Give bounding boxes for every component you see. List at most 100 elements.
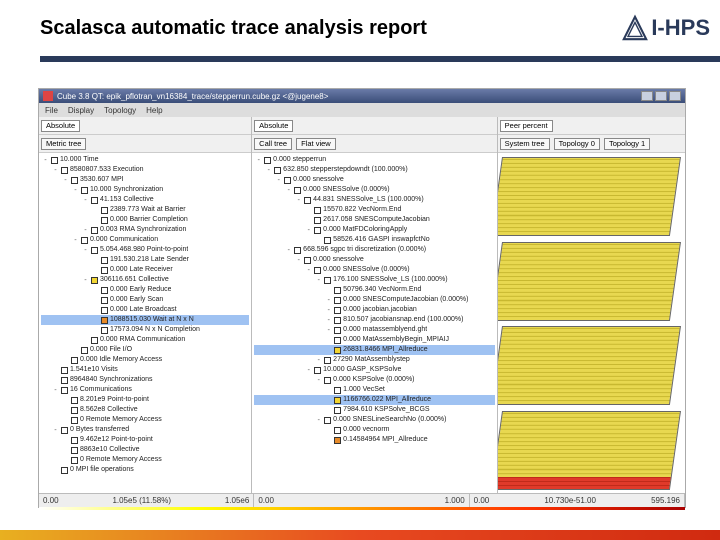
tree-row[interactable]: -3530.607 MPI (41, 175, 249, 185)
tree-row[interactable]: -0.000 KSPSolve (0.000%) (254, 375, 494, 385)
tree-row[interactable]: -8580807.533 Execution (41, 165, 249, 175)
expand-toggle[interactable]: - (314, 355, 323, 365)
expand-toggle[interactable]: - (324, 325, 333, 335)
expand-toggle[interactable]: - (71, 235, 80, 245)
tab-topology-0[interactable]: Topology 0 (554, 138, 600, 150)
tree-row[interactable]: -44.831 SNESSolve_LS (100.000%) (254, 195, 494, 205)
minimize-icon[interactable] (641, 91, 653, 101)
tree-row[interactable]: 17573.094 N x N Completion (41, 325, 249, 335)
tree-row[interactable]: -0.000 SNESComputeJacobian (0.000%) (254, 295, 494, 305)
tree-row[interactable]: 2617.058 SNESComputeJacobian (254, 215, 494, 225)
call-view-dropdown[interactable]: Absolute (254, 120, 293, 132)
expand-toggle[interactable]: - (284, 185, 293, 195)
expand-toggle[interactable]: - (304, 365, 313, 375)
tree-row[interactable]: 0.000 Early Scan (41, 295, 249, 305)
metric-tree[interactable]: -10.000 Time-8580807.533 Execution-3530.… (39, 153, 251, 493)
call-tree[interactable]: -0.000 stepperrun-632.850 stepperstepdow… (252, 153, 496, 493)
tree-row[interactable]: 26831.8466 MPI_Allreduce (254, 345, 494, 355)
expand-toggle[interactable]: - (264, 165, 273, 175)
tree-row[interactable]: -0.000 matassemblyend.ght (254, 325, 494, 335)
tree-row[interactable]: 15570.822 VecNorm.End (254, 205, 494, 215)
expand-toggle[interactable]: - (51, 385, 60, 395)
topology-view[interactable] (498, 153, 685, 493)
tree-row[interactable]: -306116.651 Collective (41, 275, 249, 285)
expand-toggle[interactable]: - (284, 245, 293, 255)
tree-row[interactable]: 0.000 Idle Memory Access (41, 355, 249, 365)
expand-toggle[interactable]: - (71, 185, 80, 195)
tree-row[interactable]: 0 Remote Memory Access (41, 455, 249, 465)
expand-toggle[interactable]: - (304, 265, 313, 275)
expand-toggle[interactable]: - (81, 225, 90, 235)
tree-row[interactable]: 8863e10 Collective (41, 445, 249, 455)
tree-row[interactable]: 0.000 Late Receiver (41, 265, 249, 275)
expand-toggle[interactable]: - (324, 315, 333, 325)
tree-row[interactable]: -0.000 Communication (41, 235, 249, 245)
tab-topology-1[interactable]: Topology 1 (604, 138, 650, 150)
tree-row[interactable]: 0 MPI file operations (41, 465, 249, 475)
expand-toggle[interactable]: - (81, 245, 90, 255)
expand-toggle[interactable]: - (324, 295, 333, 305)
tree-row[interactable]: -0.000 MatFDColoringApply (254, 225, 494, 235)
tree-row[interactable]: -0.003 RMA Synchronization (41, 225, 249, 235)
menu-topology[interactable]: Topology (104, 106, 136, 115)
tree-row[interactable]: -41.153 Collective (41, 195, 249, 205)
tree-row[interactable]: -632.850 stepperstepdowndt (100.000%) (254, 165, 494, 175)
tree-row[interactable]: 1166766.022 MPI_Allreduce (254, 395, 494, 405)
expand-toggle[interactable]: - (324, 305, 333, 315)
expand-toggle[interactable]: - (81, 275, 90, 285)
expand-toggle[interactable]: - (314, 415, 323, 425)
tab-call-tree[interactable]: Call tree (254, 138, 292, 150)
expand-toggle[interactable]: - (61, 175, 70, 185)
tree-row[interactable]: 0.14584964 MPI_Allreduce (254, 435, 494, 445)
tab-flat-view[interactable]: Flat view (296, 138, 336, 150)
tree-row[interactable]: -0 Bytes transferred (41, 425, 249, 435)
tree-row[interactable]: -10.000 GASP_KSPSolve (254, 365, 494, 375)
tree-row[interactable]: 7984.610 KSPSolve_BCGS (254, 405, 494, 415)
tree-row[interactable]: 1.541e10 Visits (41, 365, 249, 375)
metric-view-dropdown[interactable]: Absolute (41, 120, 80, 132)
expand-toggle[interactable]: - (314, 275, 323, 285)
tree-row[interactable]: 0.000 File I/O (41, 345, 249, 355)
tree-row[interactable]: -0.000 snessolve (254, 255, 494, 265)
tree-row[interactable]: -5.054.468.980 Point-to-point (41, 245, 249, 255)
tree-row[interactable]: -0.000 snessolve (254, 175, 494, 185)
expand-toggle[interactable]: - (294, 255, 303, 265)
expand-toggle[interactable]: - (304, 225, 313, 235)
tree-row[interactable]: 9.462e12 Point-to-point (41, 435, 249, 445)
tree-row[interactable]: 1088515.030 Wait at N x N (41, 315, 249, 325)
tree-row[interactable]: 8.562e8 Collective (41, 405, 249, 415)
tree-row[interactable]: 8.201e9 Point-to-point (41, 395, 249, 405)
tree-row[interactable]: -176.100 SNESSolve_LS (100.000%) (254, 275, 494, 285)
tree-row[interactable]: 0.000 Late Broadcast (41, 305, 249, 315)
menu-file[interactable]: File (45, 106, 58, 115)
tree-row[interactable]: 191.530.218 Late Sender (41, 255, 249, 265)
tree-row[interactable]: 8964840 Synchronizations (41, 375, 249, 385)
tree-row[interactable]: 50796.340 VecNorm.End (254, 285, 494, 295)
tree-row[interactable]: -0.000 SNESLineSearchNo (0.000%) (254, 415, 494, 425)
close-icon[interactable] (669, 91, 681, 101)
tree-row[interactable]: 2389.773 Wait at Barrier (41, 205, 249, 215)
expand-toggle[interactable]: - (274, 175, 283, 185)
tree-row[interactable]: 0.000 MatAssemblyBegin_MPIAIJ (254, 335, 494, 345)
tree-row[interactable]: -27290 MatAssemblystep (254, 355, 494, 365)
expand-toggle[interactable]: - (314, 375, 323, 385)
tree-row[interactable]: -0.000 stepperrun (254, 155, 494, 165)
expand-toggle[interactable]: - (51, 165, 60, 175)
expand-toggle[interactable]: - (254, 155, 263, 165)
tree-row[interactable]: -16 Communications (41, 385, 249, 395)
tree-row[interactable]: 0 Remote Memory Access (41, 415, 249, 425)
tree-row[interactable]: -0.000 jacobian.jacobian (254, 305, 494, 315)
tree-row[interactable]: 1.000 VecSet (254, 385, 494, 395)
tree-row[interactable]: 0.000 Early Reduce (41, 285, 249, 295)
system-view-dropdown[interactable]: Peer percent (500, 120, 553, 132)
window-titlebar[interactable]: Cube 3.8 QT: epik_pflotran_vn16384_trace… (39, 89, 685, 103)
menubar[interactable]: File Display Topology Help (39, 103, 685, 117)
tree-row[interactable]: 0.000 Barrier Completion (41, 215, 249, 225)
expand-toggle[interactable]: - (81, 195, 90, 205)
tree-row[interactable]: -10.000 Synchronization (41, 185, 249, 195)
tab-metric-tree[interactable]: Metric tree (41, 138, 86, 150)
expand-toggle[interactable]: - (51, 425, 60, 435)
tab-system-tree[interactable]: System tree (500, 138, 550, 150)
tree-row[interactable]: 0.000 RMA Communication (41, 335, 249, 345)
tree-row[interactable]: 0.000 vecnorm (254, 425, 494, 435)
